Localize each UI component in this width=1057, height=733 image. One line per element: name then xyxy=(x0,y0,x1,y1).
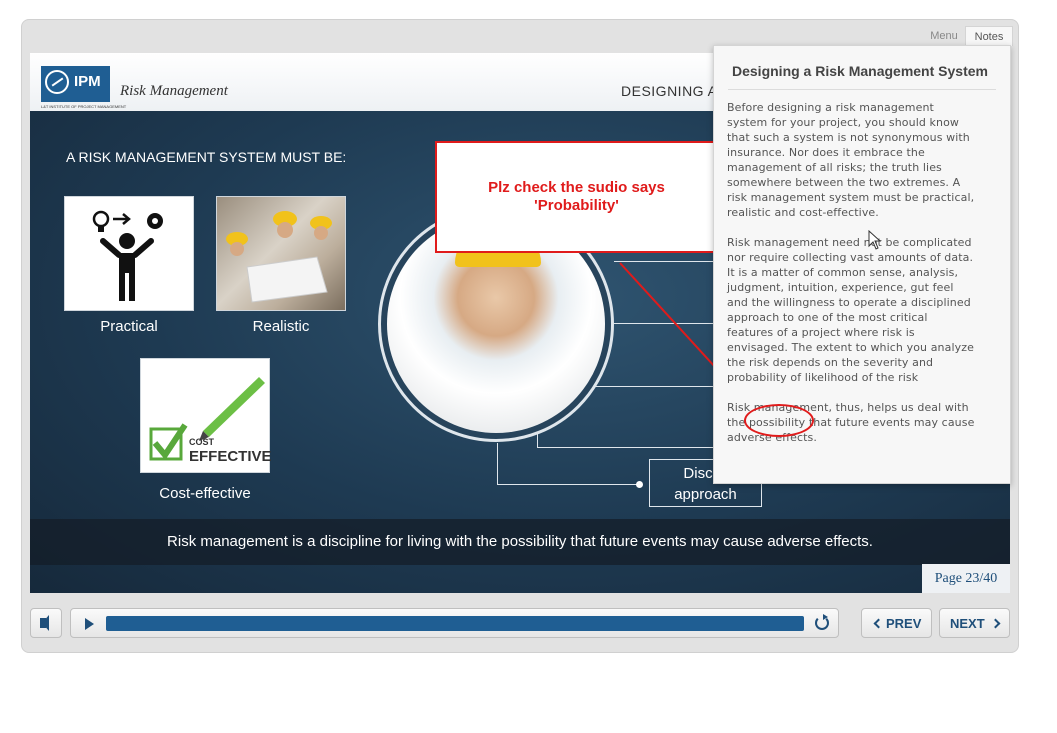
prev-label: PREV xyxy=(886,616,922,631)
cost-effective-card: COST EFFECTIVE xyxy=(140,358,272,473)
practical-label: Practical xyxy=(100,318,158,335)
speaker-icon xyxy=(40,615,49,631)
logo-subtext: L&T INSTITUTE OF PROJECT MANAGEMENT xyxy=(41,104,127,109)
chevron-left-icon xyxy=(873,618,884,629)
lt-logo-icon xyxy=(45,70,69,94)
connector-line xyxy=(614,261,724,262)
realistic-card xyxy=(216,196,346,311)
caption-bar: Risk management is a discipline for livi… xyxy=(30,519,1010,565)
prev-button[interactable]: PREV xyxy=(861,608,932,638)
connector-line xyxy=(600,323,724,324)
seekbar-container xyxy=(70,608,839,638)
annotation-ellipse xyxy=(744,404,814,437)
replay-icon[interactable] xyxy=(815,614,829,630)
notes-divider xyxy=(728,89,996,90)
course-title: Risk Management xyxy=(120,83,228,99)
connector-line xyxy=(497,443,640,485)
next-label: NEXT xyxy=(950,616,985,631)
workers-blueprint-photo xyxy=(226,211,332,303)
svg-text:COST: COST xyxy=(189,437,215,447)
ipm-logo: IPM L&T INSTITUTE OF PROJECT MANAGEMENT xyxy=(41,66,126,109)
slide-heading: A RISK MANAGEMENT SYSTEM MUST BE: xyxy=(66,149,347,165)
notes-title: Designing a Risk Management System xyxy=(732,63,988,79)
connector-dot xyxy=(636,481,643,488)
review-annotation-box: Plz check the sudio says 'Probability' xyxy=(435,141,718,253)
cost-effective-label: Cost-effective xyxy=(159,485,251,502)
svg-text:EFFECTIVE: EFFECTIVE xyxy=(189,448,271,465)
logo-text: IPM xyxy=(74,73,101,90)
connector-line xyxy=(586,386,724,387)
notes-paragraph: Before designing a risk management syste… xyxy=(727,101,975,219)
person-idea-gear-icon xyxy=(92,210,163,301)
cost-effective-checkmark-icon: COST EFFECTIVE xyxy=(149,377,272,465)
mouse-cursor-icon xyxy=(868,230,882,250)
volume-button[interactable] xyxy=(30,608,62,638)
practical-card xyxy=(64,196,194,311)
notes-paragraph: Risk management need not be complicated … xyxy=(727,236,974,384)
realistic-label: Realistic xyxy=(252,318,310,335)
page-indicator: Page 23/40 xyxy=(922,564,1010,593)
caption-text: Risk management is a discipline for livi… xyxy=(167,533,873,550)
next-button[interactable]: NEXT xyxy=(939,608,1010,638)
section-title: DESIGNING A xyxy=(621,83,718,99)
tab-notes[interactable]: Notes xyxy=(965,26,1013,46)
player-controls: PREV NEXT xyxy=(30,608,1010,638)
chevron-right-icon xyxy=(990,618,1001,629)
annotation-text: Plz check the sudio says 'Probability' xyxy=(488,179,665,214)
tab-menu[interactable]: Menu xyxy=(924,26,964,46)
progress-fill xyxy=(106,616,804,631)
progress-track[interactable] xyxy=(106,616,804,631)
play-icon[interactable] xyxy=(85,618,94,630)
